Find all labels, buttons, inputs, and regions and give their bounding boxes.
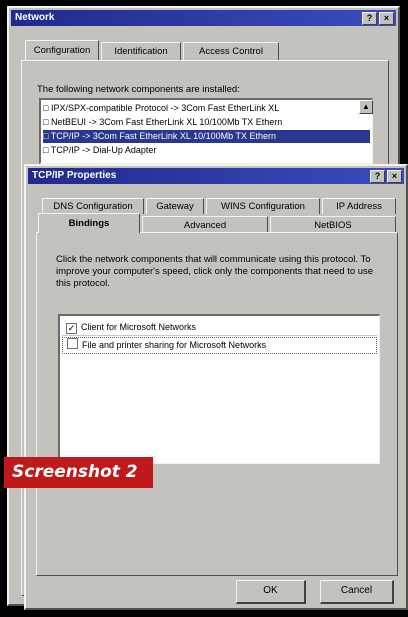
installed-label: The following network components are ins… (37, 84, 240, 95)
cancel-button[interactable]: Cancel (320, 580, 394, 604)
ok-button[interactable]: OK (236, 580, 306, 604)
tab-advanced[interactable]: Advanced (142, 216, 268, 233)
network-component-icon: □ (43, 117, 51, 127)
tab-ip-address[interactable]: IP Address (322, 198, 396, 214)
component-row-tcpip-selected[interactable]: □ TCP/IP -> 3Com Fast EtherLink XL 10/10… (43, 130, 370, 143)
tab-gateway[interactable]: Gateway (146, 198, 204, 214)
scroll-up-arrow-icon[interactable]: ▲ (359, 100, 373, 114)
binding-file-printer-sharing[interactable]: File and printer sharing for Microsoft N… (62, 337, 377, 354)
component-row-netbeui[interactable]: □ NetBEUI -> 3Com Fast EtherLink XL 10/1… (43, 116, 370, 129)
help-button[interactable]: ? (370, 170, 385, 183)
tab-bindings[interactable]: Bindings (38, 213, 140, 233)
network-title: Network (15, 12, 55, 23)
tcpip-title-bar: TCP/IP Properties ? × (28, 168, 404, 184)
network-component-icon: □ (43, 131, 51, 141)
tab-netbios[interactable]: NetBIOS (270, 216, 396, 233)
component-row-ipx[interactable]: □ IPX/SPX-compatible Protocol -> 3Com Fa… (43, 102, 370, 115)
tab-access-control[interactable]: Access Control (183, 42, 279, 60)
tab-wins-configuration[interactable]: WINS Configuration (206, 198, 320, 214)
tab-configuration[interactable]: Configuration (25, 40, 99, 60)
checkbox-unchecked-icon[interactable] (67, 338, 78, 349)
network-component-icon: □ (43, 103, 51, 113)
binding-client-microsoft[interactable]: ✓ Client for Microsoft Networks (62, 320, 377, 336)
network-title-bar: Network ? × (11, 10, 396, 26)
tcpip-dialog: TCP/IP Properties ? × DNS Configuration … (24, 164, 408, 610)
tab-dns-configuration[interactable]: DNS Configuration (42, 198, 144, 214)
components-list[interactable]: □ IPX/SPX-compatible Protocol -> 3Com Fa… (39, 98, 373, 164)
network-component-icon: □ (43, 145, 51, 155)
checkbox-checked-icon[interactable]: ✓ (66, 323, 77, 334)
tcpip-title: TCP/IP Properties (32, 170, 117, 181)
bindings-list[interactable]: ✓ Client for Microsoft Networks File and … (58, 314, 380, 464)
tab-identification[interactable]: Identification (101, 42, 181, 60)
help-button[interactable]: ? (362, 12, 377, 25)
bindings-description: Click the network components that will c… (56, 254, 374, 289)
close-button[interactable]: × (379, 12, 394, 25)
component-row-tcpip-dialup[interactable]: □ TCP/IP -> Dial-Up Adapter (43, 144, 370, 157)
close-button[interactable]: × (387, 170, 402, 183)
screenshot-caption: Screenshot 2 (4, 457, 153, 488)
